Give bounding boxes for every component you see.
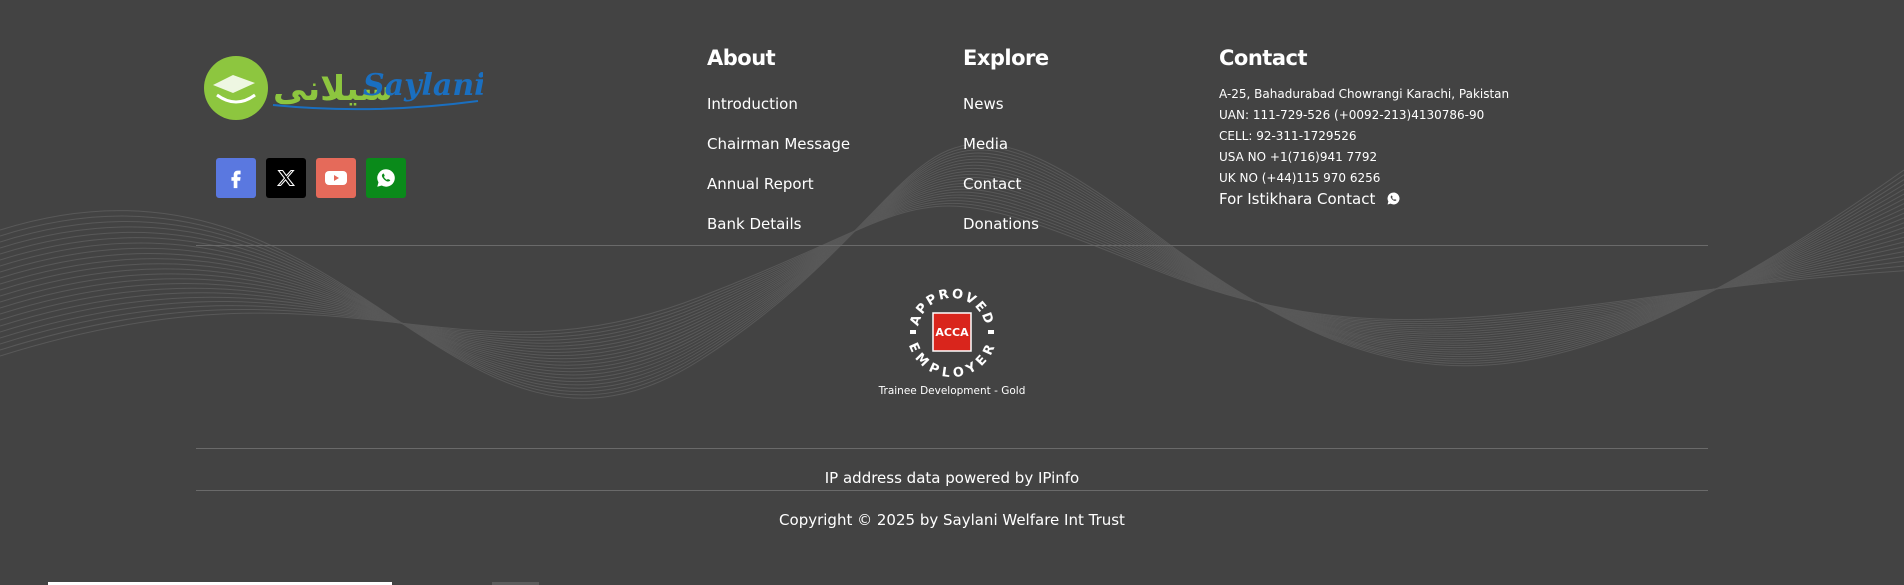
istikhara-label: For Istikhara Contact: [1219, 190, 1376, 208]
link-contact[interactable]: Contact: [963, 175, 1021, 193]
facebook-icon: [231, 170, 241, 189]
contact-uan: UAN: 111-729-526 (+0092-213)4130786-90: [1219, 108, 1485, 122]
contact-heading: Contact: [1219, 46, 1308, 70]
explore-heading: Explore: [963, 46, 1049, 70]
about-heading: About: [707, 46, 776, 70]
whatsapp-icon: [1387, 192, 1400, 205]
link-bank-details[interactable]: Bank Details: [707, 215, 801, 233]
badge-caption: Trainee Development - Gold: [878, 385, 1026, 397]
link-news[interactable]: News: [963, 95, 1004, 113]
acca-approved-employer-badge: APPROVED EMPLOYER ACCA: [905, 287, 997, 379]
link-annual-report[interactable]: Annual Report: [707, 175, 814, 193]
contact-address: A-25, Bahadurabad Chowrangi Karachi, Pak…: [1219, 87, 1510, 101]
logo-latin-text: Saylani: [363, 68, 483, 103]
footer-divider: [196, 245, 1708, 246]
contact-cell: CELL: 92-311-1729526: [1219, 129, 1357, 143]
x-icon: [276, 169, 296, 187]
facebook-button[interactable]: [216, 158, 256, 198]
contact-uk: UK NO (+44)115 970 6256: [1219, 171, 1381, 185]
link-introduction[interactable]: Introduction: [707, 95, 798, 113]
youtube-icon: [325, 171, 347, 185]
contact-usa: USA NO +1(716)941 7792: [1219, 150, 1378, 164]
whatsapp-button[interactable]: [366, 158, 406, 198]
footer-divider: [196, 448, 1708, 449]
whatsapp-icon: [377, 169, 395, 187]
saylani-logo[interactable]: سیلانی Saylani: [203, 53, 486, 123]
youtube-button[interactable]: [316, 158, 356, 198]
footer-divider: [196, 490, 1708, 491]
link-media[interactable]: Media: [963, 135, 1008, 153]
x-twitter-button[interactable]: [266, 158, 306, 198]
badge-center-text: ACCA: [935, 326, 969, 339]
istikhara-contact[interactable]: For Istikhara Contact: [1219, 190, 1401, 208]
ipinfo-attribution[interactable]: IP address data powered by IPinfo: [0, 469, 1904, 487]
link-chairman-message[interactable]: Chairman Message: [707, 135, 850, 153]
link-donations[interactable]: Donations: [963, 215, 1039, 233]
copyright-text: Copyright © 2025 by Saylani Welfare Int …: [779, 511, 1125, 529]
